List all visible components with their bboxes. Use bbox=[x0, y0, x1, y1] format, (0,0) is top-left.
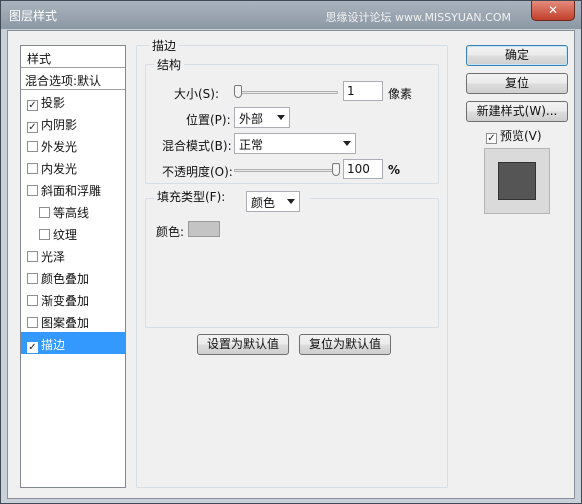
style-item-outer-glow[interactable]: 外发光 bbox=[21, 134, 125, 156]
style-item-drop-shadow[interactable]: ✓ 投影 bbox=[21, 90, 125, 112]
size-unit: 像素 bbox=[388, 87, 413, 101]
style-item-label: 光泽 bbox=[41, 250, 66, 264]
drop-shadow-checkbox[interactable]: ✓ bbox=[27, 100, 38, 111]
style-item-label: 图案叠加 bbox=[41, 316, 90, 330]
ok-button[interactable]: 确定 bbox=[466, 45, 568, 66]
style-item-bevel-emboss[interactable]: 斜面和浮雕 bbox=[21, 178, 125, 200]
structure-title: 结构 bbox=[154, 56, 185, 73]
dialog-body: 样式 混合选项:默认 ✓ 投影 ✓ 内阴影 外发光 内发光 斜面和浮雕 等高线 纹理 bbox=[7, 30, 575, 499]
style-item-label: 颜色叠加 bbox=[41, 272, 90, 286]
blend-options-item[interactable]: 混合选项:默认 bbox=[21, 68, 125, 90]
style-item-label: 外发光 bbox=[41, 140, 78, 154]
style-item-label: 斜面和浮雕 bbox=[41, 184, 102, 198]
style-list-header[interactable]: 样式 bbox=[21, 46, 125, 68]
style-list: 样式 混合选项:默认 ✓ 投影 ✓ 内阴影 外发光 内发光 斜面和浮雕 等高线 纹理 bbox=[20, 45, 126, 488]
window-title: 图层样式 bbox=[9, 9, 58, 23]
fill-type-dropdown[interactable]: 颜色 bbox=[246, 191, 300, 212]
layer-style-dialog: 图层样式 思缘设计论坛 www.MISSYUAN.COM ✕ 样式 混合选项:默… bbox=[0, 0, 582, 504]
style-item-gradient-overlay[interactable]: 渐变叠加 bbox=[21, 288, 125, 310]
close-button[interactable]: ✕ bbox=[531, 1, 575, 21]
position-value: 外部 bbox=[239, 112, 264, 126]
opacity-input[interactable]: 100 bbox=[343, 159, 383, 179]
stroke-color-swatch[interactable] bbox=[188, 221, 220, 237]
style-item-label: 内阴影 bbox=[41, 118, 78, 132]
title-bar[interactable]: 图层样式 思缘设计论坛 www.MISSYUAN.COM ✕ bbox=[1, 1, 581, 29]
satin-checkbox[interactable] bbox=[27, 251, 38, 262]
style-item-inner-glow[interactable]: 内发光 bbox=[21, 156, 125, 178]
style-item-label: 内发光 bbox=[41, 162, 78, 176]
preview-option[interactable]: ✓ 预览(V) bbox=[486, 127, 542, 144]
style-item-pattern-overlay[interactable]: 图案叠加 bbox=[21, 310, 125, 332]
opacity-slider-track[interactable] bbox=[234, 169, 338, 172]
preview-swatch bbox=[498, 162, 536, 200]
stroke-panel: 描边 结构 大小(S): 1 像素 位置(P): 外部 混合模式(B): 正常 bbox=[136, 37, 448, 488]
reset-button[interactable]: 复位 bbox=[466, 73, 568, 94]
stroke-checkbox[interactable]: ✓ bbox=[27, 342, 38, 353]
bevel-emboss-checkbox[interactable] bbox=[27, 185, 38, 196]
preview-label: 预览(V) bbox=[500, 129, 542, 143]
chevron-down-icon bbox=[277, 115, 285, 120]
chevron-down-icon bbox=[343, 141, 351, 146]
size-input[interactable]: 1 bbox=[343, 81, 383, 101]
blend-mode-value: 正常 bbox=[239, 138, 264, 152]
blend-mode-label: 混合模式(B): bbox=[162, 139, 232, 153]
stroke-panel-title: 描边 bbox=[149, 37, 180, 54]
inner-glow-checkbox[interactable] bbox=[27, 163, 38, 174]
position-label: 位置(P): bbox=[186, 113, 231, 127]
fill-type-value: 颜色 bbox=[251, 196, 276, 210]
make-default-button[interactable]: 设置为默认值 bbox=[197, 334, 289, 355]
style-item-contour[interactable]: 等高线 bbox=[21, 200, 125, 222]
style-item-label: 渐变叠加 bbox=[41, 294, 90, 308]
style-item-label: 等高线 bbox=[53, 206, 90, 220]
contour-checkbox[interactable] bbox=[39, 207, 50, 218]
fill-type-group: 填充类型(F): 颜色 颜色: bbox=[145, 190, 439, 328]
reset-to-default-button[interactable]: 复位为默认值 bbox=[299, 334, 391, 355]
style-item-satin[interactable]: 光泽 bbox=[21, 244, 125, 266]
style-preview bbox=[484, 148, 550, 214]
size-slider-track[interactable] bbox=[234, 91, 338, 94]
position-dropdown[interactable]: 外部 bbox=[234, 107, 290, 128]
style-item-label: 纹理 bbox=[53, 228, 78, 242]
style-item-label: 描边 bbox=[41, 338, 66, 352]
color-overlay-checkbox[interactable] bbox=[27, 273, 38, 284]
size-label: 大小(S): bbox=[174, 87, 220, 101]
style-item-inner-shadow[interactable]: ✓ 内阴影 bbox=[21, 112, 125, 134]
pattern-overlay-checkbox[interactable] bbox=[27, 317, 38, 328]
style-item-stroke[interactable]: ✓ 描边 bbox=[21, 332, 125, 354]
preview-checkbox[interactable]: ✓ bbox=[486, 133, 497, 144]
watermark: 思缘设计论坛 www.MISSYUAN.COM bbox=[325, 11, 511, 24]
structure-group: 结构 大小(S): 1 像素 位置(P): 外部 混合模式(B): 正常 不透明… bbox=[145, 56, 439, 184]
style-item-color-overlay[interactable]: 颜色叠加 bbox=[21, 266, 125, 288]
blend-mode-dropdown[interactable]: 正常 bbox=[234, 133, 356, 154]
size-slider-thumb[interactable] bbox=[234, 85, 242, 98]
chevron-down-icon bbox=[287, 199, 295, 204]
style-item-label: 投影 bbox=[41, 96, 66, 110]
opacity-slider-thumb[interactable] bbox=[332, 163, 340, 176]
gradient-overlay-checkbox[interactable] bbox=[27, 295, 38, 306]
inner-shadow-checkbox[interactable]: ✓ bbox=[27, 122, 38, 133]
opacity-unit: % bbox=[388, 163, 401, 177]
style-item-texture[interactable]: 纹理 bbox=[21, 222, 125, 244]
fill-type-label: 填充类型(F): bbox=[157, 190, 226, 204]
close-icon: ✕ bbox=[547, 3, 559, 17]
texture-checkbox[interactable] bbox=[39, 229, 50, 240]
color-label: 颜色: bbox=[156, 225, 185, 239]
new-style-button[interactable]: 新建样式(W)... bbox=[466, 101, 568, 122]
opacity-label: 不透明度(O): bbox=[162, 165, 233, 179]
outer-glow-checkbox[interactable] bbox=[27, 141, 38, 152]
